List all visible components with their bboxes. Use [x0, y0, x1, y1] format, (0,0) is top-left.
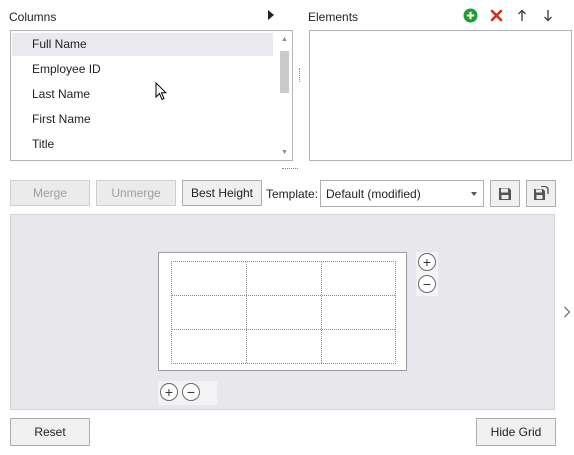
list-item[interactable]: Last Name [12, 83, 273, 106]
reset-button[interactable]: Reset [10, 418, 90, 446]
best-height-button[interactable]: Best Height [182, 180, 262, 206]
layout-grid[interactable] [158, 252, 407, 371]
vertical-splitter-grip[interactable] [299, 68, 302, 82]
save-template-button[interactable] [490, 180, 520, 207]
scroll-down-icon[interactable]: ▼ [279, 148, 290, 158]
mouse-cursor-icon [155, 81, 168, 104]
save-icon [499, 187, 511, 200]
list-item[interactable]: First Name [12, 108, 273, 131]
add-column-button[interactable]: + [160, 383, 178, 401]
columns-scrollbar[interactable]: ▲ ▼ [279, 33, 290, 158]
template-select[interactable]: Default (modified) [320, 180, 484, 207]
list-item[interactable]: Title [12, 133, 273, 156]
save-template-as-button[interactable] [526, 180, 556, 207]
move-down-icon[interactable] [540, 7, 556, 23]
hide-grid-button[interactable]: Hide Grid [476, 418, 556, 446]
horizontal-splitter-grip[interactable] [282, 168, 298, 171]
save-as-icon [534, 186, 549, 200]
merge-button[interactable]: Merge [10, 180, 90, 206]
template-select-value: Default (modified) [326, 186, 421, 201]
expand-arrow-icon[interactable] [263, 7, 279, 23]
move-up-icon[interactable] [514, 7, 530, 23]
scroll-up-icon[interactable]: ▲ [279, 35, 290, 45]
grid-column-divider [321, 262, 322, 363]
elements-list[interactable] [309, 30, 572, 161]
remove-column-button[interactable]: − [182, 383, 200, 401]
list-item[interactable]: Full Name [12, 33, 273, 56]
list-item[interactable]: Employee ID [12, 58, 273, 81]
delete-icon[interactable] [488, 7, 504, 23]
unmerge-button[interactable]: Unmerge [96, 180, 176, 206]
template-label: Template: [266, 187, 319, 201]
elements-title: Elements [308, 10, 359, 24]
grid-row-divider [172, 295, 395, 296]
columns-list[interactable]: Full Name Employee ID Last Name First Na… [10, 30, 293, 161]
grid-row-divider [172, 329, 395, 330]
grid-column-divider [246, 262, 247, 363]
scroll-thumb[interactable] [280, 51, 289, 93]
remove-row-button[interactable]: − [418, 275, 436, 293]
grid-cells[interactable] [171, 261, 396, 364]
add-icon[interactable] [462, 7, 478, 23]
columns-title: Columns [9, 10, 57, 24]
add-row-button[interactable]: + [418, 253, 436, 271]
chevron-right-icon[interactable] [559, 304, 574, 320]
chevron-down-icon [471, 192, 477, 196]
